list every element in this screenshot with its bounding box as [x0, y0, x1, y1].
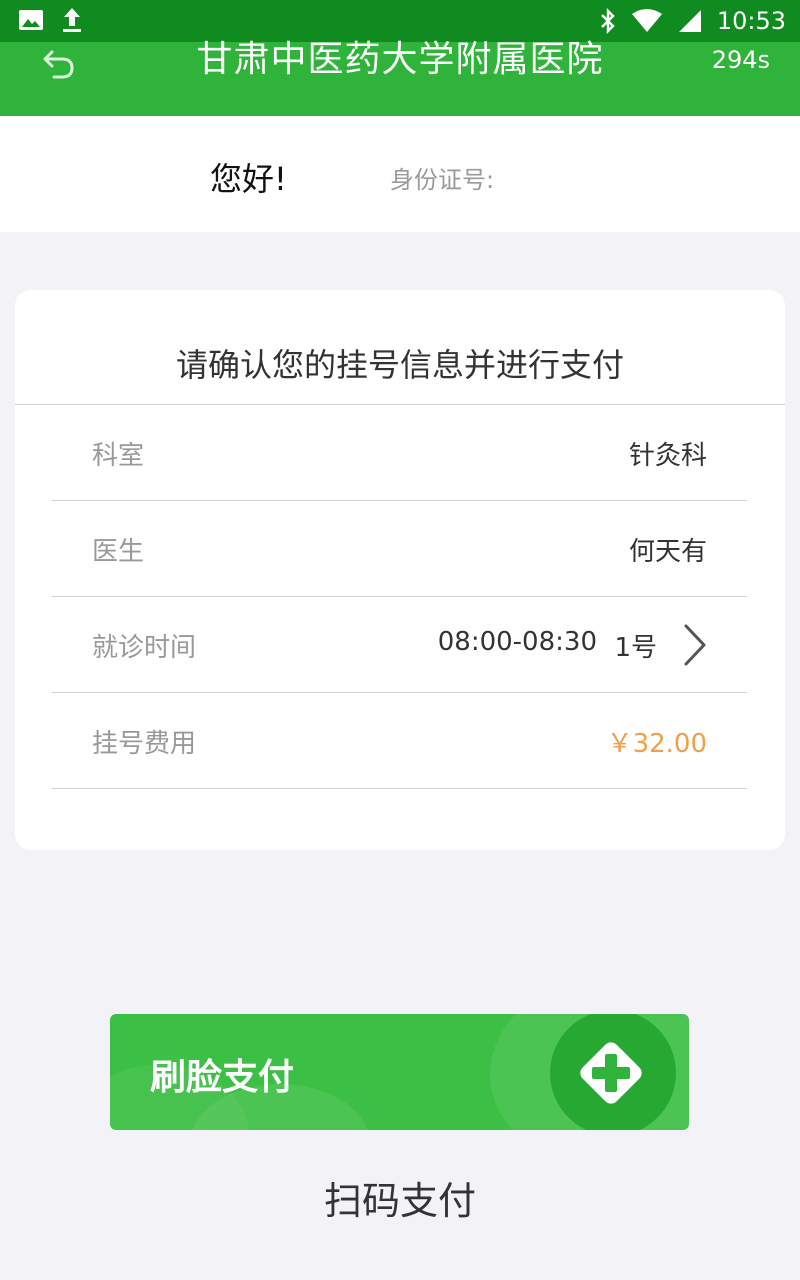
department-label: 科室	[92, 441, 145, 471]
chevron-right-icon[interactable]	[683, 623, 707, 667]
doctor-label: 医生	[92, 537, 145, 567]
fee-row: 挂号费用 ￥32.00	[52, 693, 747, 789]
plus-diamond-icon	[580, 1042, 642, 1104]
visit-time-label: 就诊时间	[92, 633, 197, 663]
app-header: 甘肃中医药大学附属医院 294s	[0, 39, 800, 116]
status-right-icons: 10:53	[599, 5, 786, 37]
queue-number-value: 1号	[614, 633, 657, 663]
scan-pay-button[interactable]: 扫码支付	[0, 1170, 800, 1225]
department-row: 科室 针灸科	[52, 405, 747, 501]
status-time: 10:53	[716, 7, 786, 35]
status-left-icons	[18, 6, 84, 34]
doctor-value: 何天有	[628, 537, 707, 567]
registration-card: 请确认您的挂号信息并进行支付 科室 针灸科 医生 何天有 就诊时间 08:00-…	[15, 290, 785, 850]
face-pay-button[interactable]: 刷脸支付	[110, 1014, 689, 1130]
signal-icon	[678, 10, 701, 32]
wifi-icon	[631, 9, 662, 32]
image-icon	[19, 10, 43, 30]
card-title: 请确认您的挂号信息并进行支付	[15, 290, 785, 405]
department-value: 针灸科	[628, 441, 707, 471]
countdown-timer: 294s	[711, 46, 770, 74]
doctor-row: 医生 何天有	[52, 501, 747, 597]
visit-time-value: 08:00-08:30	[437, 627, 597, 657]
greeting-text: 您好!	[210, 160, 287, 198]
fee-label: 挂号费用	[92, 729, 197, 759]
face-pay-label: 刷脸支付	[150, 1057, 295, 1098]
id-number-label: 身份证号:	[390, 166, 495, 194]
visit-time-row[interactable]: 就诊时间 08:00-08:30 1号	[52, 597, 747, 693]
status-bar: 10:53	[0, 0, 800, 42]
fee-value: ￥32.00	[606, 729, 707, 759]
user-info-bar: 您好! 身份证号:	[0, 116, 800, 232]
upload-icon	[63, 8, 81, 32]
bluetooth-icon	[600, 7, 615, 35]
page-title: 甘肃中医药大学附属医院	[196, 39, 604, 80]
